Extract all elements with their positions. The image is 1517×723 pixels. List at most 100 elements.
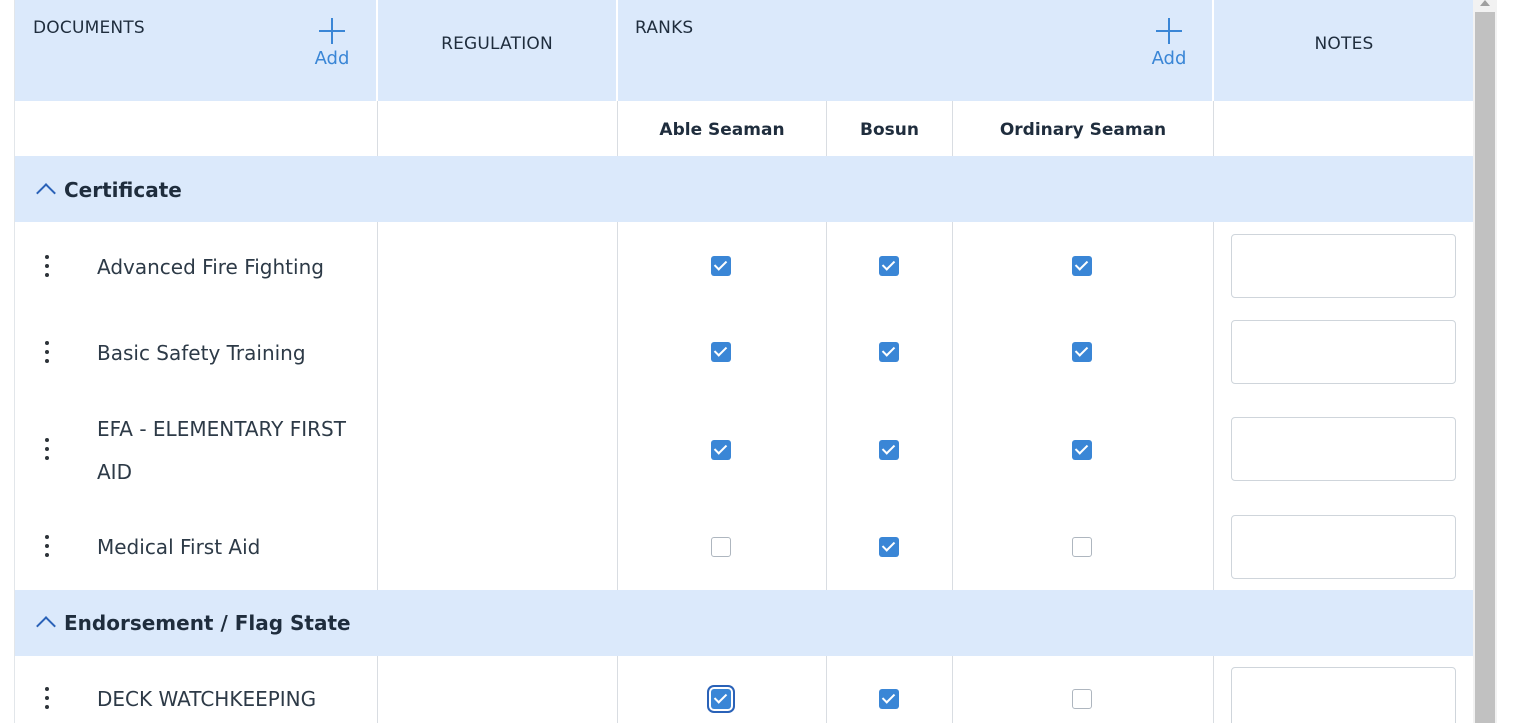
plus-icon — [1156, 18, 1182, 44]
rank-check-cell — [953, 309, 1214, 396]
notes-input[interactable] — [1231, 515, 1456, 579]
rank-checkbox[interactable] — [711, 440, 731, 460]
rank-check-cell — [827, 504, 953, 590]
notes-cell — [1214, 504, 1474, 590]
rank-column-header: Ordinary Seaman — [953, 101, 1214, 156]
subheader-blank — [378, 101, 618, 156]
rank-check-cell — [953, 396, 1214, 504]
scrollbar-thumb[interactable] — [1475, 12, 1495, 723]
table-header: DOCUMENTS Add REGULATION RANKS Add NOTES — [15, 0, 1474, 101]
plus-icon — [319, 18, 345, 44]
rank-check-cell — [618, 504, 827, 590]
rank-checkbox[interactable] — [1072, 689, 1092, 709]
notes-input[interactable] — [1231, 417, 1456, 481]
rank-checkbox[interactable] — [711, 342, 731, 362]
regulation-cell — [378, 656, 618, 723]
document-cell: Advanced Fire Fighting — [15, 222, 378, 309]
rank-checkbox[interactable] — [878, 256, 899, 276]
rank-check-cell — [618, 222, 827, 309]
rank-checkbox[interactable] — [878, 440, 899, 460]
rank-check-cell — [618, 396, 827, 504]
notes-input[interactable] — [1231, 320, 1456, 384]
group-header[interactable]: Certificate — [15, 156, 1474, 222]
group-title: Endorsement / Flag State — [64, 611, 351, 635]
rank-checkbox[interactable] — [878, 689, 899, 709]
documents-header-title: DOCUMENTS — [33, 18, 145, 38]
rank-checkbox[interactable] — [711, 689, 731, 709]
document-cell: DECK WATCHKEEPING — [15, 656, 378, 723]
ranks-header-title: RANKS — [635, 18, 694, 38]
regulation-cell — [378, 222, 618, 309]
table-row: DECK WATCHKEEPING — [15, 656, 1474, 723]
chevron-up-icon[interactable] — [36, 183, 56, 203]
rank-checkbox[interactable] — [878, 537, 899, 557]
rank-subheader: Able Seaman Bosun Ordinary Seaman — [15, 101, 1474, 157]
ranks-header: RANKS Add — [618, 0, 1214, 101]
notes-input[interactable] — [1231, 234, 1456, 298]
rank-checkbox[interactable] — [1072, 440, 1092, 460]
document-name: Basic Safety Training — [97, 341, 306, 365]
rank-checkbox[interactable] — [1072, 537, 1092, 557]
rank-check-cell — [618, 309, 827, 396]
scroll-up-arrow-icon[interactable] — [1480, 0, 1490, 6]
subheader-blank — [15, 101, 378, 156]
add-document-label: Add — [314, 48, 350, 69]
rank-checkbox[interactable] — [711, 537, 731, 557]
notes-cell — [1214, 396, 1474, 504]
regulation-header-title: REGULATION — [441, 34, 553, 54]
table-row: Basic Safety Training — [15, 309, 1474, 396]
kebab-menu-icon[interactable] — [41, 255, 53, 279]
subheader-blank — [1214, 101, 1474, 156]
regulation-cell — [378, 504, 618, 590]
table-row: EFA - ELEMENTARY FIRST AID — [15, 396, 1474, 504]
rank-name: Able Seaman — [659, 120, 785, 140]
rank-name: Ordinary Seaman — [999, 120, 1167, 140]
documents-header: DOCUMENTS Add — [15, 0, 378, 101]
table-row: Medical First Aid — [15, 504, 1474, 590]
regulation-header: REGULATION — [378, 0, 618, 101]
notes-header: NOTES — [1214, 0, 1474, 101]
group-title: Certificate — [64, 178, 182, 202]
notes-cell — [1214, 656, 1474, 723]
rank-check-cell — [827, 656, 953, 723]
document-name: Medical First Aid — [97, 535, 261, 559]
rank-check-cell — [953, 222, 1214, 309]
kebab-menu-icon[interactable] — [41, 341, 53, 365]
rank-check-cell — [827, 222, 953, 309]
rank-checkbox[interactable] — [1072, 342, 1092, 362]
rank-check-cell — [827, 396, 953, 504]
notes-input[interactable] — [1231, 667, 1456, 723]
rank-checkbox[interactable] — [711, 256, 731, 276]
rank-check-cell — [827, 309, 953, 396]
add-rank-label: Add — [1151, 48, 1187, 69]
regulation-cell — [378, 396, 618, 504]
notes-header-title: NOTES — [1314, 34, 1374, 54]
table-row: Advanced Fire Fighting — [15, 222, 1474, 309]
document-name: EFA - ELEMENTARY FIRST AID — [97, 417, 346, 484]
add-rank-button[interactable]: Add — [1147, 18, 1191, 69]
notes-cell — [1214, 309, 1474, 396]
rank-column-header: Able Seaman — [618, 101, 827, 156]
vertical-scrollbar[interactable] — [1473, 0, 1497, 723]
rank-checkbox[interactable] — [878, 342, 899, 362]
group-header[interactable]: Endorsement / Flag State — [15, 590, 1474, 656]
document-name: DECK WATCHKEEPING — [97, 687, 317, 711]
requirements-matrix: DOCUMENTS Add REGULATION RANKS Add NOTES… — [14, 0, 1474, 723]
rank-name: Bosun — [860, 120, 919, 140]
rank-check-cell — [953, 504, 1214, 590]
document-cell: Medical First Aid — [15, 504, 378, 590]
rank-checkbox[interactable] — [1072, 256, 1092, 276]
chevron-up-icon[interactable] — [36, 616, 56, 636]
document-name: Advanced Fire Fighting — [97, 255, 324, 279]
regulation-cell — [378, 309, 618, 396]
rank-check-cell — [953, 656, 1214, 723]
notes-cell — [1214, 222, 1474, 309]
rank-column-header: Bosun — [827, 101, 953, 156]
rank-check-cell — [618, 656, 827, 723]
add-document-button[interactable]: Add — [310, 18, 354, 69]
kebab-menu-icon[interactable] — [41, 438, 53, 462]
kebab-menu-icon[interactable] — [41, 535, 53, 559]
document-cell: Basic Safety Training — [15, 309, 378, 396]
kebab-menu-icon[interactable] — [41, 687, 53, 711]
document-cell: EFA - ELEMENTARY FIRST AID — [15, 396, 378, 504]
